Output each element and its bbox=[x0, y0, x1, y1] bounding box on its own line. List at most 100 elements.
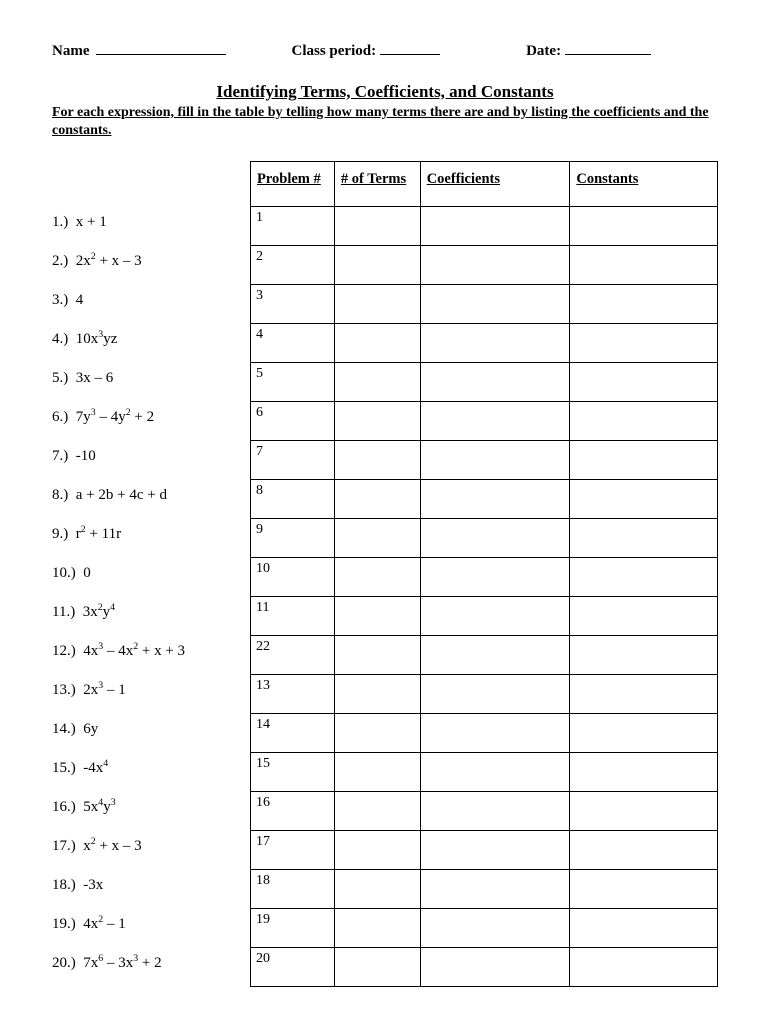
cell-num-terms[interactable] bbox=[334, 714, 420, 753]
col-num-terms: # of Terms bbox=[334, 162, 420, 207]
date-label: Date: bbox=[526, 43, 561, 60]
cell-problem-number: 14 bbox=[251, 714, 335, 753]
cell-num-terms[interactable] bbox=[334, 519, 420, 558]
problem-item: 18.) -3x bbox=[52, 866, 242, 905]
date-blank[interactable] bbox=[565, 38, 651, 55]
cell-num-terms[interactable] bbox=[334, 909, 420, 948]
problem-expression: 1.) x + 1 bbox=[52, 214, 107, 231]
table-row: 1 bbox=[251, 207, 718, 246]
cell-coefficients[interactable] bbox=[420, 402, 570, 441]
cell-coefficients[interactable] bbox=[420, 324, 570, 363]
cell-constants[interactable] bbox=[570, 597, 718, 636]
cell-constants[interactable] bbox=[570, 909, 718, 948]
cell-num-terms[interactable] bbox=[334, 324, 420, 363]
cell-coefficients[interactable] bbox=[420, 753, 570, 792]
cell-constants[interactable] bbox=[570, 948, 718, 987]
cell-constants[interactable] bbox=[570, 246, 718, 285]
table-row: 11 bbox=[251, 597, 718, 636]
cell-coefficients[interactable] bbox=[420, 207, 570, 246]
cell-coefficients[interactable] bbox=[420, 597, 570, 636]
cell-constants[interactable] bbox=[570, 831, 718, 870]
cell-coefficients[interactable] bbox=[420, 285, 570, 324]
cell-constants[interactable] bbox=[570, 207, 718, 246]
cell-num-terms[interactable] bbox=[334, 363, 420, 402]
table-row: 4 bbox=[251, 324, 718, 363]
problem-item: 2.) 2x2 + x – 3 bbox=[52, 242, 242, 281]
problem-item: 11.) 3x2y4 bbox=[52, 593, 242, 632]
table-row: 9 bbox=[251, 519, 718, 558]
cell-problem-number: 9 bbox=[251, 519, 335, 558]
problem-item: 5.) 3x – 6 bbox=[52, 359, 242, 398]
cell-coefficients[interactable] bbox=[420, 441, 570, 480]
cell-constants[interactable] bbox=[570, 753, 718, 792]
table-row: 20 bbox=[251, 948, 718, 987]
class-period-blank[interactable] bbox=[380, 38, 440, 55]
cell-constants[interactable] bbox=[570, 363, 718, 402]
cell-num-terms[interactable] bbox=[334, 792, 420, 831]
cell-coefficients[interactable] bbox=[420, 480, 570, 519]
problem-item: 20.) 7x6 – 3x3 + 2 bbox=[52, 944, 242, 983]
table-row: 3 bbox=[251, 285, 718, 324]
cell-problem-number: 20 bbox=[251, 948, 335, 987]
cell-constants[interactable] bbox=[570, 480, 718, 519]
cell-coefficients[interactable] bbox=[420, 675, 570, 714]
cell-problem-number: 18 bbox=[251, 870, 335, 909]
table-row: 19 bbox=[251, 909, 718, 948]
cell-num-terms[interactable] bbox=[334, 948, 420, 987]
cell-num-terms[interactable] bbox=[334, 558, 420, 597]
problem-item: 19.) 4x2 – 1 bbox=[52, 905, 242, 944]
problem-expression: 10.) 0 bbox=[52, 565, 91, 582]
cell-constants[interactable] bbox=[570, 636, 718, 675]
cell-problem-number: 5 bbox=[251, 363, 335, 402]
table-header-row: Problem # # of Terms Coefficients Consta… bbox=[251, 162, 718, 207]
cell-num-terms[interactable] bbox=[334, 753, 420, 792]
cell-num-terms[interactable] bbox=[334, 246, 420, 285]
table-row: 8 bbox=[251, 480, 718, 519]
cell-constants[interactable] bbox=[570, 558, 718, 597]
cell-problem-number: 22 bbox=[251, 636, 335, 675]
problem-expression: 9.) r2 + 11r bbox=[52, 526, 121, 543]
col-problem-number: Problem # bbox=[251, 162, 335, 207]
cell-num-terms[interactable] bbox=[334, 831, 420, 870]
cell-constants[interactable] bbox=[570, 519, 718, 558]
cell-coefficients[interactable] bbox=[420, 558, 570, 597]
cell-constants[interactable] bbox=[570, 324, 718, 363]
cell-coefficients[interactable] bbox=[420, 948, 570, 987]
cell-num-terms[interactable] bbox=[334, 675, 420, 714]
cell-coefficients[interactable] bbox=[420, 636, 570, 675]
cell-num-terms[interactable] bbox=[334, 870, 420, 909]
problem-item: 9.) r2 + 11r bbox=[52, 515, 242, 554]
cell-constants[interactable] bbox=[570, 441, 718, 480]
cell-num-terms[interactable] bbox=[334, 402, 420, 441]
cell-coefficients[interactable] bbox=[420, 246, 570, 285]
name-blank[interactable] bbox=[96, 38, 226, 55]
cell-coefficients[interactable] bbox=[420, 792, 570, 831]
cell-num-terms[interactable] bbox=[334, 636, 420, 675]
problem-item: 7.) -10 bbox=[52, 437, 242, 476]
cell-constants[interactable] bbox=[570, 792, 718, 831]
cell-num-terms[interactable] bbox=[334, 285, 420, 324]
problem-expression: 18.) -3x bbox=[52, 877, 103, 894]
cell-num-terms[interactable] bbox=[334, 480, 420, 519]
cell-num-terms[interactable] bbox=[334, 207, 420, 246]
cell-coefficients[interactable] bbox=[420, 519, 570, 558]
col-constants: Constants bbox=[570, 162, 718, 207]
worksheet-content: 1.) x + 12.) 2x2 + x – 33.) 44.) 10x3yz5… bbox=[52, 161, 718, 987]
cell-constants[interactable] bbox=[570, 714, 718, 753]
table-row: 17 bbox=[251, 831, 718, 870]
cell-constants[interactable] bbox=[570, 675, 718, 714]
cell-coefficients[interactable] bbox=[420, 714, 570, 753]
cell-num-terms[interactable] bbox=[334, 441, 420, 480]
cell-coefficients[interactable] bbox=[420, 363, 570, 402]
cell-constants[interactable] bbox=[570, 870, 718, 909]
cell-constants[interactable] bbox=[570, 402, 718, 441]
cell-coefficients[interactable] bbox=[420, 831, 570, 870]
cell-coefficients[interactable] bbox=[420, 909, 570, 948]
table-row: 22 bbox=[251, 636, 718, 675]
problem-item: 1.) x + 1 bbox=[52, 203, 242, 242]
problem-expression: 11.) 3x2y4 bbox=[52, 604, 115, 621]
cell-num-terms[interactable] bbox=[334, 597, 420, 636]
cell-coefficients[interactable] bbox=[420, 870, 570, 909]
cell-constants[interactable] bbox=[570, 285, 718, 324]
cell-problem-number: 2 bbox=[251, 246, 335, 285]
